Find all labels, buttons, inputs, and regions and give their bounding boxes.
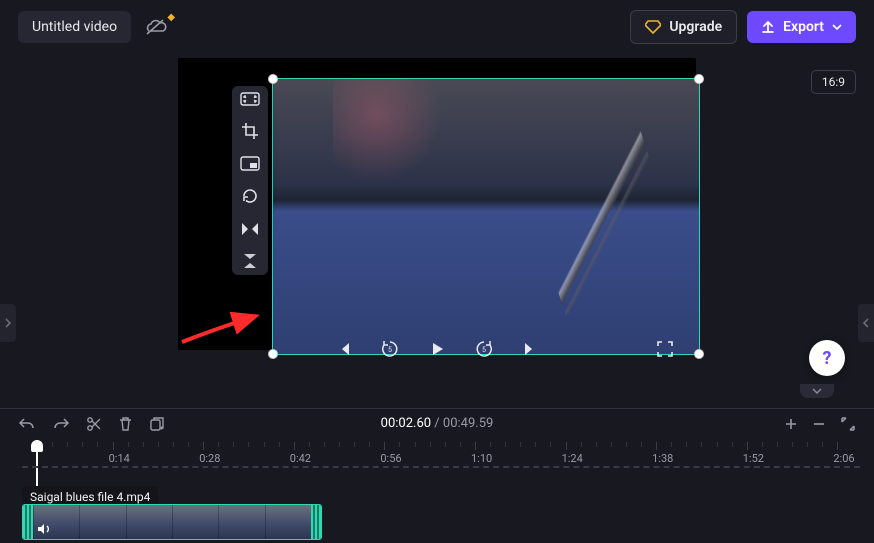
resize-handle-tl[interactable] <box>268 74 278 84</box>
redo-icon[interactable] <box>52 416 70 432</box>
current-frames: .60 <box>413 416 431 431</box>
project-title[interactable]: Untitled video <box>18 11 131 43</box>
diamond-icon <box>645 20 661 34</box>
ruler-label: 2:06 <box>833 452 854 465</box>
clip-thumbnail <box>172 505 218 539</box>
clip-thumbnail <box>126 505 172 539</box>
timeline-clip[interactable] <box>22 504 322 540</box>
clip-thumbnail <box>218 505 264 539</box>
ruler-label: 0:56 <box>380 452 401 465</box>
sparkle-icon: ◆ <box>167 12 175 23</box>
crop-icon[interactable] <box>241 122 259 140</box>
fit-icon[interactable] <box>240 92 260 106</box>
upgrade-button[interactable]: Upgrade <box>630 10 737 44</box>
svg-text:5: 5 <box>388 346 392 354</box>
forward-5-icon[interactable]: 5 <box>474 339 494 359</box>
flip-vertical-icon[interactable] <box>241 253 259 269</box>
split-icon[interactable] <box>86 416 102 432</box>
rewind-5-icon[interactable]: 5 <box>380 339 400 359</box>
undo-icon[interactable] <box>18 416 36 432</box>
rotate-icon[interactable] <box>241 187 259 205</box>
ruler-label: 1:52 <box>743 452 764 465</box>
pip-icon[interactable] <box>240 156 260 171</box>
zoom-out-icon[interactable] <box>812 417 826 431</box>
zoom-in-icon[interactable] <box>784 417 798 431</box>
total-time: 00:49 <box>443 416 475 431</box>
ruler-label: 0:42 <box>290 452 311 465</box>
fit-timeline-icon[interactable] <box>840 416 856 432</box>
selected-clip-overlay[interactable] <box>272 78 700 355</box>
play-button[interactable] <box>428 340 446 358</box>
svg-text:5: 5 <box>482 346 486 354</box>
clip-thumbnail <box>79 505 125 539</box>
resize-handle-tr[interactable] <box>694 74 704 84</box>
timecode-display: 00:02.60 / 00:49.59 <box>381 416 494 431</box>
timeline-ruler[interactable]: 0:14 0:28 0:42 0:56 1:10 1:24 1:38 1:52 2:06 <box>22 440 860 466</box>
time-sep: / <box>431 416 443 431</box>
flip-horizontal-icon[interactable] <box>241 221 259 237</box>
ruler-label: 1:10 <box>471 452 492 465</box>
export-label: Export <box>783 19 824 35</box>
clip-trim-left[interactable] <box>23 505 33 539</box>
preview-stage: 16:9 5 5 <box>0 54 874 364</box>
clip-toolbox <box>232 86 268 275</box>
ruler-label: 1:24 <box>562 452 583 465</box>
skip-start-icon[interactable] <box>336 341 352 357</box>
skip-end-icon[interactable] <box>522 341 538 357</box>
cloud-sync-off-icon[interactable]: ◆ <box>145 18 167 36</box>
fullscreen-icon[interactable] <box>656 340 674 358</box>
ruler-label: 0:14 <box>109 452 130 465</box>
delete-icon[interactable] <box>118 416 133 432</box>
upgrade-label: Upgrade <box>669 19 722 35</box>
timeline-toolbar: 00:02.60 / 00:49.59 <box>0 408 874 438</box>
chevron-down-icon <box>832 22 842 32</box>
current-time: 00:02 <box>381 416 413 431</box>
total-frames: .59 <box>475 416 493 431</box>
clip-volume-icon[interactable] <box>37 523 51 535</box>
transport-bar: 5 5 <box>0 334 874 364</box>
ruler-label: 1:38 <box>652 452 673 465</box>
track-divider <box>22 466 860 468</box>
top-bar: Untitled video ◆ Upgrade Export <box>0 0 874 54</box>
clip-trim-right[interactable] <box>311 505 321 539</box>
clip-thumbnail <box>265 505 311 539</box>
duplicate-icon[interactable] <box>149 416 165 432</box>
export-button[interactable]: Export <box>747 11 856 43</box>
ruler-label: 0:28 <box>199 452 220 465</box>
collapse-panel-icon[interactable] <box>800 384 834 398</box>
aspect-ratio-badge[interactable]: 16:9 <box>811 70 856 94</box>
upload-icon <box>761 20 775 34</box>
help-button[interactable]: ? <box>809 340 845 376</box>
